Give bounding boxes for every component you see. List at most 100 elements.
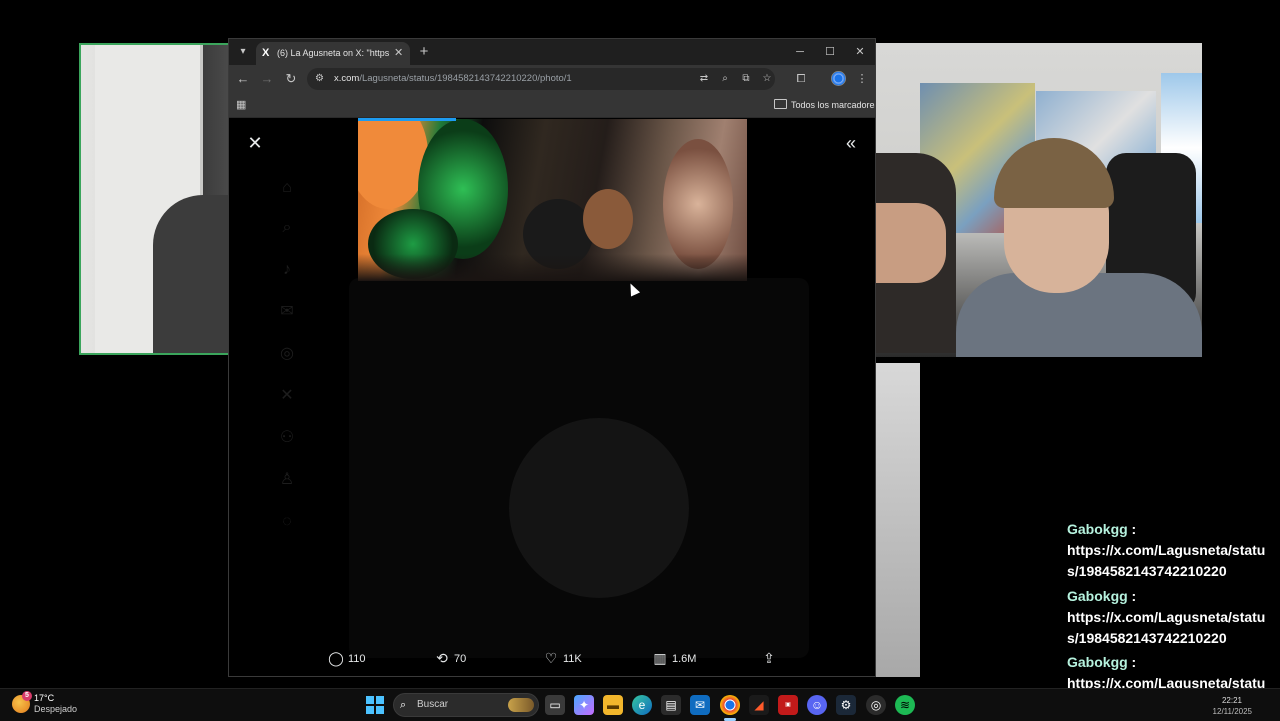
folder-icon xyxy=(774,99,787,109)
address-bar[interactable]: ⚙ x.com/Lagusneta/status/198458214374221… xyxy=(307,68,775,90)
chrome-icon[interactable] xyxy=(720,695,740,715)
photo-shadow xyxy=(358,254,747,281)
tab-title: (6) La Agusneta on X: "https://t. xyxy=(277,48,389,58)
browser-toolbar: ← → ↻ ⚙ x.com/Lagusneta/status/198458214… xyxy=(229,65,875,93)
tweet-photo[interactable] xyxy=(358,119,747,281)
clock-time[interactable]: 22:21 xyxy=(1222,696,1242,705)
views-count: 1.6M xyxy=(672,653,697,665)
webcam-person xyxy=(153,195,229,353)
edge-icon[interactable]: e xyxy=(632,695,652,715)
close-viewer-icon[interactable]: ✕ xyxy=(245,133,265,153)
tab-active[interactable]: X (6) La Agusneta on X: "https://t. ✕ xyxy=(256,42,410,65)
reply-icon: ◯ xyxy=(328,650,344,666)
weather-temp[interactable]: 17°C xyxy=(34,693,54,703)
tab-close-icon[interactable]: ✕ xyxy=(394,42,406,65)
windows-taskbar: 5 17°C Despejado ⌕ Buscar ▭ ✦ ▬ e ▤ ✉ ◢ … xyxy=(0,688,1280,721)
extensions-icon[interactable]: ⧠ xyxy=(793,71,809,87)
ghost-more-icon: ◌ xyxy=(282,513,292,530)
apps-grid-icon[interactable]: ▦ xyxy=(236,98,250,112)
discord-icon[interactable]: ☺ xyxy=(807,695,827,715)
ghost-communities-icon: ⚇ xyxy=(279,429,295,446)
store-icon[interactable]: ▤ xyxy=(661,695,681,715)
start-icon[interactable] xyxy=(366,696,384,714)
chat-message: Gabokgg : https://x.com/Lagusneta/status… xyxy=(1067,586,1277,649)
page-content: ⌂ ⌕ ♪ ✉ ◎ ✕ ⚇ ♙ ◌ ✕ « ◯ 110 ⟲ 70 ♡ 11K ▥ xyxy=(229,118,875,676)
cast-icon[interactable]: ⧉ xyxy=(739,72,753,86)
bookmarks-bar: ▦ Todos los marcadores xyxy=(229,93,876,118)
close-window-icon[interactable]: ✕ xyxy=(845,42,875,62)
forward-icon[interactable]: → xyxy=(259,71,275,87)
translate-icon[interactable]: ⇄ xyxy=(697,72,711,86)
all-bookmarks-button[interactable]: Todos los marcadores xyxy=(774,93,876,117)
repost-count: 70 xyxy=(454,653,467,665)
site-info-icon[interactable]: ⚙ xyxy=(315,72,329,86)
profile-icon[interactable] xyxy=(831,71,846,86)
task-view-icon[interactable]: ▭ xyxy=(545,695,565,715)
reload-icon[interactable]: ↻ xyxy=(283,71,299,87)
ghost-bell-icon: ♪ xyxy=(283,261,291,278)
url-path: /Lagusneta/status/1984582143742210220/ph… xyxy=(359,73,572,84)
reply-button[interactable]: ◯ 110 xyxy=(327,646,366,670)
weather-badge: 5 xyxy=(22,691,32,701)
weather-desc[interactable]: Despejado xyxy=(34,704,77,714)
streamer-1-face xyxy=(876,203,946,283)
share-icon: ⇪ xyxy=(763,650,775,666)
ghost-profile-icon: ♙ xyxy=(279,471,295,488)
webcam-right xyxy=(876,43,1202,357)
chat-message: Gabokgg : https://x.com/Lagusneta/status… xyxy=(1067,519,1277,582)
chat-username: Gabokgg xyxy=(1067,654,1128,670)
views-button[interactable]: ▥ 1.6M xyxy=(651,646,696,670)
chat-text: https://x.com/Lagusneta/status/198458214… xyxy=(1067,542,1266,579)
outlook-icon[interactable]: ✉ xyxy=(690,695,710,715)
taskbar-search[interactable]: ⌕ Buscar xyxy=(393,693,539,717)
tweet-action-bar: ◯ 110 ⟲ 70 ♡ 11K ▥ 1.6M ⇪ xyxy=(229,646,875,670)
clock-date[interactable]: 12/11/2025 xyxy=(1213,707,1252,716)
minimize-icon[interactable]: ─ xyxy=(785,42,815,62)
dimmed-image xyxy=(509,418,689,598)
x-logo-icon: X xyxy=(262,47,270,59)
ghost-home-icon: ⌂ xyxy=(282,179,292,196)
photo-person-right xyxy=(663,139,733,269)
heart-icon: ♡ xyxy=(544,650,558,666)
maximize-icon[interactable]: ☐ xyxy=(815,42,845,62)
obs-icon[interactable]: ◢ xyxy=(749,695,769,715)
search-icon: ⌕ xyxy=(400,699,407,711)
new-tab-icon[interactable]: + xyxy=(415,43,433,61)
webcam-left xyxy=(79,43,229,355)
views-chart-icon: ▥ xyxy=(653,650,667,666)
bookmark-star-icon[interactable]: ☆ xyxy=(760,72,774,86)
streaming-app-icon[interactable]: ▣ xyxy=(778,695,798,715)
back-icon[interactable]: ← xyxy=(235,71,251,87)
url-text[interactable]: x.com/Lagusneta/status/19845821437422102… xyxy=(334,68,572,90)
search-highlight-icon xyxy=(508,698,534,712)
ghost-search-icon: ⌕ xyxy=(282,219,292,236)
file-explorer-icon[interactable]: ▬ xyxy=(603,695,623,715)
system-tray: 22:21 12/11/2025 xyxy=(1160,691,1280,719)
zoom-icon[interactable]: ⌕ xyxy=(718,72,732,86)
copilot-icon[interactable]: ✦ xyxy=(574,695,594,715)
chat-username: Gabokgg xyxy=(1067,521,1128,537)
photo-person xyxy=(583,189,633,249)
app-icon[interactable]: ◎ xyxy=(866,695,886,715)
browser-window: ▾ X (6) La Agusneta on X: "https://t. ✕ … xyxy=(228,38,876,677)
search-placeholder: Buscar xyxy=(417,699,449,710)
tab-search-icon[interactable]: ▾ xyxy=(235,44,251,60)
all-bookmarks-label: Todos los marcadores xyxy=(791,100,876,110)
repost-button[interactable]: ⟲ 70 xyxy=(433,646,466,670)
url-host: x.com xyxy=(334,73,360,84)
expand-sidebar-icon[interactable]: « xyxy=(841,133,861,153)
ghost-grok-icon: ◎ xyxy=(280,345,294,362)
menu-dots-icon[interactable]: ⋮ xyxy=(854,71,870,87)
reply-count: 110 xyxy=(348,653,366,665)
webcam-bottom-strip xyxy=(876,363,920,677)
like-button[interactable]: ♡ 11K xyxy=(542,646,582,670)
spotify-icon[interactable]: ≋ xyxy=(895,695,915,715)
chat-username: Gabokgg xyxy=(1067,588,1128,604)
steam-icon[interactable]: ⚙ xyxy=(836,695,856,715)
ghost-x-icon: ✕ xyxy=(280,387,294,404)
tab-strip: ▾ X (6) La Agusneta on X: "https://t. ✕ … xyxy=(229,39,875,65)
ghost-mail-icon: ✉ xyxy=(280,303,294,320)
repost-icon: ⟲ xyxy=(436,650,448,666)
media-progress-bar xyxy=(358,118,456,121)
share-button[interactable]: ⇪ xyxy=(760,646,781,670)
